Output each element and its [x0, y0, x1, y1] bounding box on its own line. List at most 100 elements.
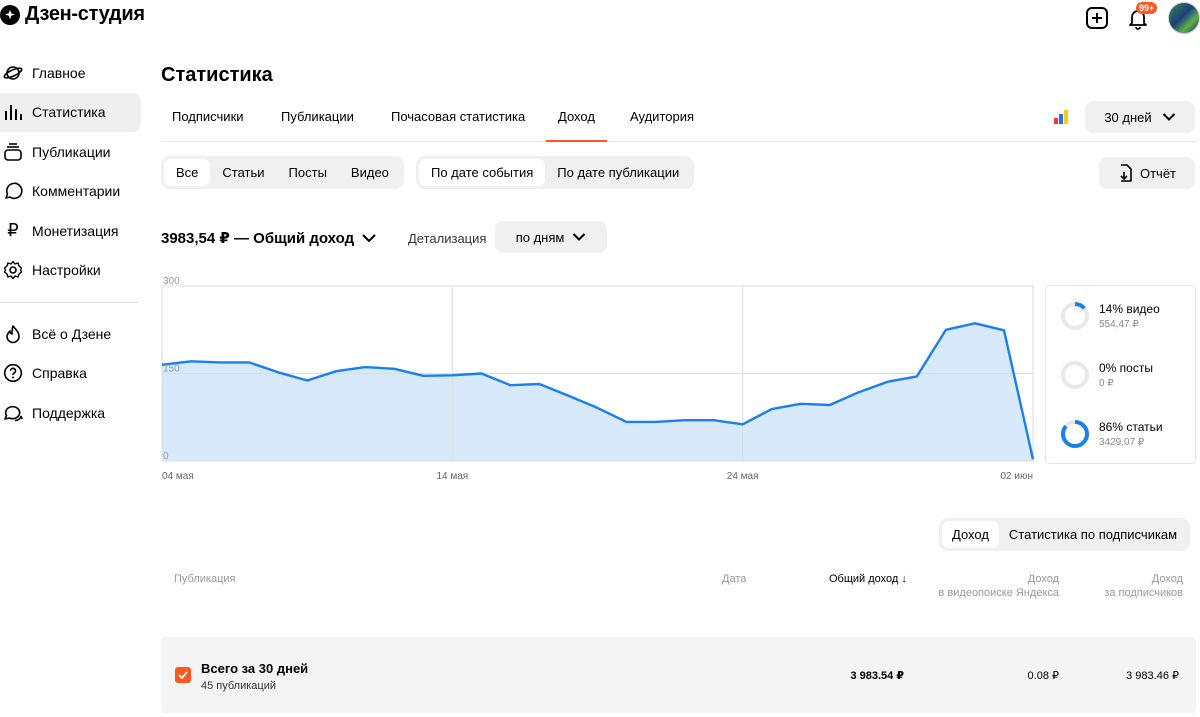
filter-articles[interactable]: Статьи — [210, 159, 276, 186]
planet-icon — [3, 63, 23, 83]
chevron-down-icon — [362, 234, 376, 243]
sidebar-item-label: Главное — [32, 64, 86, 81]
page-title: Статистика — [161, 64, 273, 86]
breakdown-pct: 14% видео — [1099, 302, 1160, 316]
sidebar-item-publications[interactable]: Публикации — [0, 132, 141, 172]
detail-dropdown[interactable]: по дням — [495, 221, 607, 253]
total-income-selector[interactable]: 3983,54 ₽ — Общий доход — [161, 229, 377, 247]
tab-income[interactable]: Доход — [546, 109, 607, 142]
report-button[interactable]: Отчёт — [1099, 157, 1195, 189]
breakdown-posts: 0% посты 0 ₽ — [1060, 360, 1153, 390]
y-tick-label: 0 — [163, 451, 169, 462]
y-tick-label: 300 — [163, 276, 180, 287]
content-type-filter: Все Статьи Посты Видео — [161, 156, 404, 189]
income-breakdown: 14% видео 554,47 ₽ 0% посты 0 ₽ 86% стат… — [1045, 285, 1196, 464]
breakdown-pct: 86% статьи — [1099, 420, 1163, 434]
income-chart: 300 150 0 04 мая 14 мая 24 мая 02 июн — [161, 276, 1035, 482]
column-subscriber-income[interactable]: Доход за подписчиков — [1104, 572, 1183, 600]
y-tick-label: 150 — [163, 364, 180, 375]
ruble-icon: ₽ — [7, 220, 19, 241]
detail-label: Детализация — [408, 231, 487, 246]
mode-income[interactable]: Доход — [942, 521, 999, 548]
sidebar-item-support[interactable]: Поддержка — [0, 393, 141, 433]
posts-share-donut — [1061, 361, 1089, 389]
column-total-income[interactable]: Общий доход ↓ — [829, 572, 907, 586]
column-label: Доход — [1151, 573, 1183, 585]
sidebar-item-settings[interactable]: Настройки — [0, 251, 141, 291]
column-sublabel: за подписчиков — [1104, 587, 1183, 599]
sidebar-item-statistics[interactable]: Статистика — [0, 92, 141, 132]
bar-chart-icon — [3, 102, 23, 122]
total-income-value: 3983,54 ₽ — Общий доход — [161, 230, 355, 247]
check-icon — [178, 671, 188, 679]
x-tick-label: 04 мая — [162, 471, 194, 482]
period-dropdown[interactable]: 30 дней — [1085, 101, 1195, 133]
breakdown-amount: 554,47 ₽ — [1099, 319, 1139, 330]
tab-audience[interactable]: Аудитория — [630, 109, 694, 124]
column-label: Доход — [1027, 573, 1059, 585]
chevron-down-icon — [573, 233, 586, 241]
detail-value: по дням — [515, 229, 565, 245]
row-title: Всего за 30 дней — [201, 661, 309, 676]
filter-posts[interactable]: Посты — [277, 159, 339, 186]
sidebar-item-label: Справка — [32, 365, 87, 382]
sidebar-item-about-zen[interactable]: Всё о Дзене — [0, 314, 141, 354]
sidebar-item-comments[interactable]: Комментарии — [0, 172, 141, 212]
column-sublabel: в видеопоиске Яндекса — [938, 587, 1059, 599]
app-logo[interactable]: Дзен-студия — [0, 3, 145, 26]
breakdown-articles: 86% статьи 3429,07 ₽ — [1060, 419, 1163, 449]
sidebar-item-main[interactable]: Главное — [0, 53, 141, 93]
row-checkbox[interactable] — [175, 667, 191, 683]
sidebar-item-help[interactable]: Справка — [0, 354, 141, 394]
sidebar-item-label: Поддержка — [32, 404, 106, 421]
row-subscriber-income: 3 983.46 ₽ — [1126, 670, 1179, 682]
sidebar-item-label: Комментарии — [32, 183, 121, 200]
column-publication[interactable]: Публикация — [174, 572, 235, 586]
tab-publications[interactable]: Публикации — [281, 109, 354, 124]
sidebar-divider — [0, 302, 138, 303]
flame-icon — [3, 324, 23, 344]
column-video-search-income[interactable]: Доход в видеопоиске Яндекса — [939, 572, 1059, 600]
row-video-search-income: 0.08 ₽ — [1027, 670, 1059, 682]
download-report-icon — [1120, 164, 1132, 182]
row-subtitle: 45 публикаций — [201, 680, 277, 692]
donut-track — [1061, 361, 1089, 389]
row-total-income: 3 983.54 ₽ — [850, 670, 904, 682]
table-row[interactable]: Всего за 30 дней 45 публикаций 3 983.54 … — [161, 637, 1196, 713]
filter-all[interactable]: Все — [164, 159, 211, 186]
breakdown-video: 14% видео 554,47 ₽ — [1060, 301, 1160, 331]
sidebar: Главное Статистика Публикации Комментари… — [0, 53, 141, 433]
breakdown-pct: 0% посты — [1099, 361, 1153, 375]
period-label: 30 дней — [1104, 109, 1152, 125]
sidebar-item-monetization[interactable]: ₽ Монетизация — [0, 211, 141, 251]
video-share-donut — [1061, 302, 1089, 330]
stats-tabs: Подписчики Публикации Почасовая статисти… — [161, 100, 1196, 142]
area-fill — [162, 323, 1033, 461]
x-tick-label: 02 июн — [1000, 471, 1033, 482]
filter-by-event-date[interactable]: По дате события — [419, 159, 546, 186]
breakdown-amount: 3429,07 ₽ — [1099, 437, 1145, 448]
gear-icon — [3, 260, 23, 280]
app-title: Дзен-студия — [25, 3, 145, 25]
filter-by-publication-date[interactable]: По дате публикации — [545, 159, 691, 186]
x-tick-label: 24 мая — [727, 471, 759, 482]
tab-subscribers[interactable]: Подписчики — [172, 109, 244, 124]
articles-share-donut — [1061, 420, 1089, 448]
zen-logo-icon — [0, 4, 20, 25]
metrica-icon — [1054, 110, 1068, 124]
breakdown-amount: 0 ₽ — [1099, 378, 1114, 389]
sidebar-item-label: Статистика — [32, 104, 106, 121]
filter-video[interactable]: Видео — [339, 159, 401, 186]
comment-icon — [3, 181, 23, 201]
sidebar-item-label: Монетизация — [32, 222, 119, 239]
sidebar-item-label: Публикации — [32, 143, 111, 160]
chevron-down-icon — [1162, 113, 1175, 121]
x-tick-label: 14 мая — [436, 471, 468, 482]
table-mode-toggle: Доход Статистика по подписчикам — [939, 518, 1191, 551]
stack-icon — [3, 142, 23, 162]
help-icon — [3, 363, 23, 383]
column-date[interactable]: Дата — [722, 572, 746, 586]
mode-subscriber-stats[interactable]: Статистика по подписчикам — [999, 521, 1187, 548]
tab-hourly[interactable]: Почасовая статистика — [391, 109, 525, 124]
support-chat-icon — [3, 403, 23, 423]
